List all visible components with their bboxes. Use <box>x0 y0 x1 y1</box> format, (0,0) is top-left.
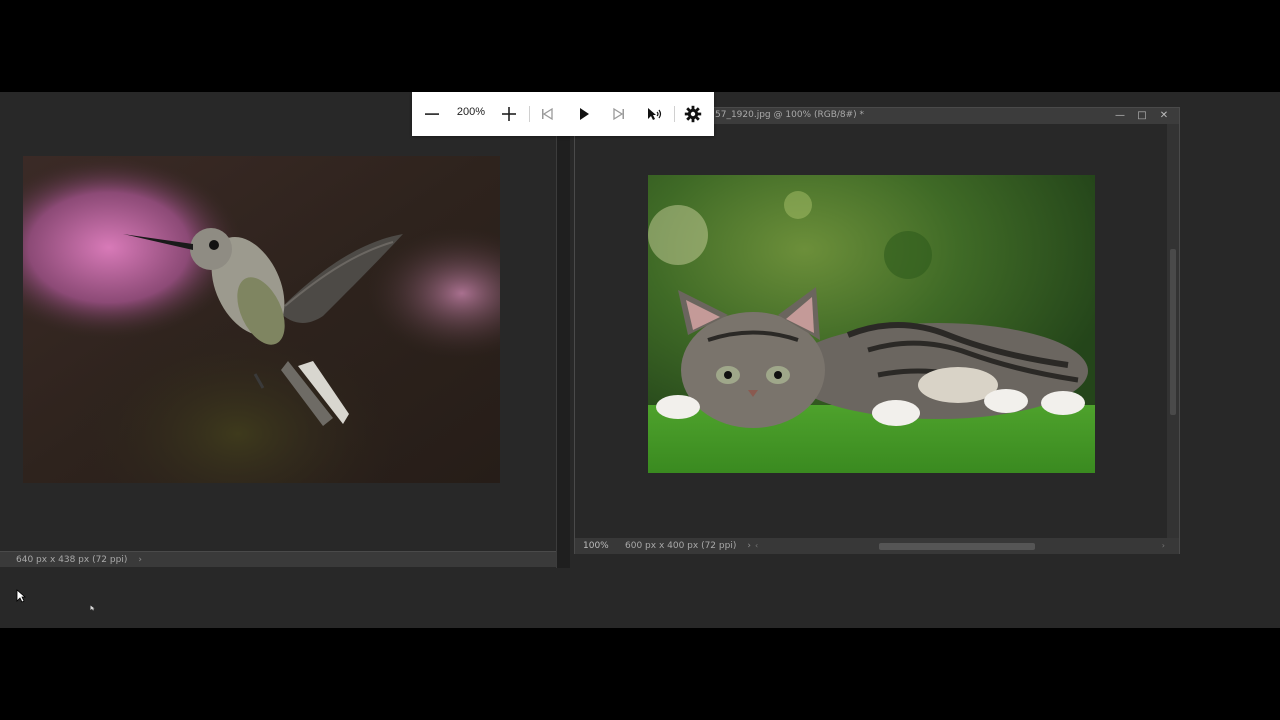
toolbar-separator <box>674 106 675 122</box>
left-dimensions-text: 640 px x 438 px (72 ppi) <box>16 554 128 565</box>
hummingbird-image <box>23 156 500 483</box>
small-cursor-icon <box>90 596 95 615</box>
zoom-in-button[interactable] <box>497 102 521 126</box>
vertical-scrollbar[interactable] <box>1167 124 1179 539</box>
left-status-bar: 640 px x 438 px (72 ppi) › <box>0 551 566 567</box>
document-tab-title[interactable]: 57_1920.jpg @ 100% (RGB/8#) * <box>715 110 864 120</box>
window-controls: — □ ✕ <box>1115 108 1169 124</box>
photoshop-workspace: 640 px x 438 px (72 ppi) › 57_1920.jpg @… <box>0 92 1280 628</box>
skip-forward-icon <box>613 107 624 121</box>
zoom-readout[interactable]: 100% <box>583 541 625 551</box>
skip-forward-button[interactable] <box>607 102 631 126</box>
screen: 640 px x 438 px (72 ppi) › 57_1920.jpg @… <box>0 0 1280 720</box>
minimize-icon[interactable]: — <box>1115 108 1125 124</box>
close-icon[interactable]: ✕ <box>1159 108 1169 124</box>
skip-back-button[interactable] <box>535 102 559 126</box>
horizontal-scroll-thumb[interactable] <box>879 543 1035 550</box>
skip-back-icon <box>542 107 553 121</box>
speed-button[interactable] <box>643 102 667 126</box>
mouse-cursor-icon <box>16 588 27 607</box>
document-right-window: 57_1920.jpg @ 100% (RGB/8#) * — □ ✕ 100%… <box>574 107 1180 554</box>
minus-icon <box>425 113 439 115</box>
horizontal-scrollbar[interactable]: ‹ › <box>755 541 1165 551</box>
video-playback-toolbar: 200% <box>412 92 714 136</box>
vertical-scroll-thumb[interactable] <box>1170 249 1176 415</box>
left-status-menu-arrow[interactable]: › <box>138 555 142 565</box>
document-right-canvas <box>575 124 1167 537</box>
right-status-menu-arrow[interactable]: › <box>747 541 751 551</box>
right-status-bar: 100% 600 px x 400 px (72 ppi) › ‹ › <box>575 538 1179 554</box>
panel-divider[interactable] <box>556 92 570 568</box>
scroll-right-icon[interactable]: › <box>1162 541 1165 550</box>
gear-icon <box>684 105 702 123</box>
plus-icon <box>502 107 516 121</box>
toolbar-zoom-level: 200% <box>456 106 486 118</box>
play-button[interactable] <box>572 102 596 126</box>
restore-icon[interactable]: □ <box>1137 108 1147 124</box>
right-dimensions-text: 600 px x 400 px (72 ppi) <box>625 541 737 551</box>
zoom-out-button[interactable] <box>420 102 444 126</box>
scroll-left-icon[interactable]: ‹ <box>755 541 758 550</box>
settings-button[interactable] <box>681 102 705 126</box>
document-left <box>0 92 556 566</box>
play-icon <box>580 108 589 120</box>
speed-pointer-icon <box>648 108 662 120</box>
toolbar-separator <box>529 106 530 122</box>
kitten-image <box>648 175 1095 473</box>
